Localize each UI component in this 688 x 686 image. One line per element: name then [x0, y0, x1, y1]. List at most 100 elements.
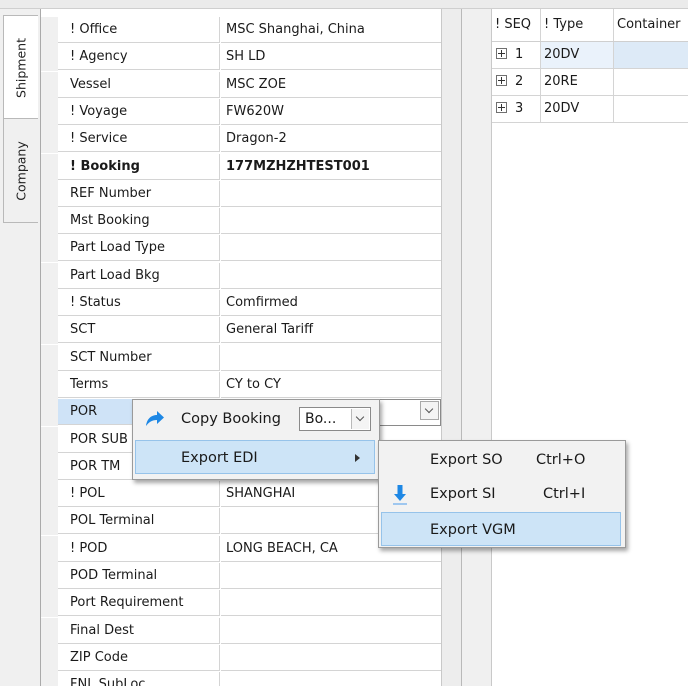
- tab-company[interactable]: Company: [3, 118, 38, 223]
- menu-item-export-si[interactable]: Export SI Ctrl+I: [381, 477, 621, 511]
- property-row[interactable]: SCT Number: [41, 344, 441, 372]
- property-name[interactable]: ! Office: [58, 17, 220, 43]
- property-row[interactable]: SCT General Tariff: [41, 317, 441, 345]
- property-name[interactable]: ! Booking: [58, 153, 220, 180]
- property-value[interactable]: 177MZHZHTEST001: [221, 153, 441, 180]
- property-name[interactable]: ! POL: [58, 481, 220, 508]
- property-value[interactable]: [221, 590, 441, 617]
- menu-item-export-vgm[interactable]: Export VGM: [381, 512, 621, 546]
- property-row[interactable]: ! Status Comfirmed: [41, 290, 441, 317]
- property-name[interactable]: Mst Booking: [58, 208, 220, 235]
- property-row[interactable]: Terms CY to CY: [41, 371, 441, 399]
- menu-item-export-edi[interactable]: Export EDI: [135, 440, 375, 474]
- expand-plus-icon[interactable]: [496, 75, 507, 86]
- expand-plus-icon[interactable]: [496, 102, 507, 113]
- property-name[interactable]: Part Load Type: [58, 235, 220, 262]
- property-row[interactable]: REF Number: [41, 180, 441, 208]
- copy-booking-combo-value: Bo...: [305, 411, 337, 427]
- combo-dropdown-button[interactable]: [351, 409, 369, 429]
- property-name[interactable]: FNL SubLoc: [58, 672, 220, 686]
- property-name[interactable]: Part Load Bkg: [58, 262, 220, 289]
- property-value[interactable]: [221, 344, 441, 371]
- property-value[interactable]: [221, 563, 441, 589]
- property-row[interactable]: ! Voyage FW620W: [41, 98, 441, 126]
- property-name[interactable]: SCT Number: [58, 344, 220, 371]
- property-value[interactable]: [221, 235, 441, 262]
- property-name[interactable]: ! Agency: [58, 44, 220, 71]
- property-name[interactable]: ! POD: [58, 535, 220, 562]
- type-cell[interactable]: 20DV: [541, 96, 614, 123]
- container-cell[interactable]: [614, 96, 688, 123]
- property-name[interactable]: POL Terminal: [58, 508, 220, 535]
- property-value[interactable]: SH LD: [221, 44, 441, 71]
- property-value[interactable]: [221, 262, 441, 289]
- property-value[interactable]: [221, 617, 441, 644]
- type-cell[interactable]: 20DV: [541, 42, 614, 69]
- row-gutter: [41, 180, 58, 208]
- property-name[interactable]: POD Terminal: [58, 563, 220, 589]
- property-name[interactable]: Terms: [58, 371, 220, 398]
- table-row[interactable]: 3 20DV: [492, 96, 688, 123]
- seq-cell[interactable]: 3: [492, 96, 541, 123]
- share-arrow-icon: [143, 402, 165, 436]
- property-value[interactable]: [221, 180, 441, 207]
- container-cell[interactable]: [614, 69, 688, 96]
- property-row[interactable]: ZIP Code: [41, 644, 441, 672]
- property-name[interactable]: Vessel: [58, 71, 220, 98]
- menu-item-copy-booking[interactable]: Copy Booking Bo...: [135, 402, 375, 436]
- seq-value: 2: [515, 74, 524, 89]
- property-row[interactable]: ! Booking 177MZHZHTEST001: [41, 153, 441, 181]
- seq-cell[interactable]: 2: [492, 69, 541, 96]
- property-name[interactable]: ! Voyage: [58, 98, 220, 125]
- table-row[interactable]: 1 20DV: [492, 42, 688, 69]
- row-gutter: [41, 290, 58, 317]
- seq-cell[interactable]: 1: [492, 42, 541, 69]
- splitter-strip[interactable]: [441, 9, 462, 686]
- property-row[interactable]: Part Load Bkg: [41, 262, 441, 290]
- property-value[interactable]: CY to CY: [221, 371, 441, 398]
- property-name[interactable]: ! Status: [58, 290, 220, 316]
- property-name[interactable]: REF Number: [58, 180, 220, 207]
- property-value[interactable]: [221, 208, 441, 235]
- expand-plus-icon[interactable]: [496, 48, 507, 59]
- property-value[interactable]: MSC ZOE: [221, 71, 441, 98]
- chevron-down-icon: [355, 412, 365, 422]
- row-gutter: [41, 126, 58, 154]
- copy-booking-combo[interactable]: Bo...: [299, 407, 371, 431]
- property-name[interactable]: ! Service: [58, 126, 220, 153]
- property-row[interactable]: Port Requirement: [41, 590, 441, 618]
- table-row[interactable]: 2 20RE: [492, 69, 688, 96]
- row-gutter: [41, 262, 58, 290]
- top-edge: [0, 0, 688, 9]
- type-cell[interactable]: 20RE: [541, 69, 614, 96]
- property-row[interactable]: POD Terminal: [41, 563, 441, 590]
- por-dropdown-button[interactable]: [420, 401, 439, 421]
- property-name[interactable]: Final Dest: [58, 617, 220, 644]
- property-row[interactable]: ! Agency SH LD: [41, 44, 441, 72]
- tab-shipment[interactable]: Shipment: [3, 15, 38, 120]
- row-gutter: [41, 426, 58, 454]
- property-row[interactable]: Final Dest: [41, 617, 441, 645]
- column-header-seq[interactable]: ! SEQ: [492, 9, 541, 41]
- property-value[interactable]: General Tariff: [221, 317, 441, 344]
- property-value[interactable]: [221, 644, 441, 671]
- property-row[interactable]: ! Service Dragon-2: [41, 126, 441, 154]
- property-row[interactable]: ! Office MSC Shanghai, China: [41, 17, 441, 44]
- property-row[interactable]: FNL SubLoc: [41, 672, 441, 686]
- property-value[interactable]: FW620W: [221, 98, 441, 125]
- row-gutter: [41, 235, 58, 263]
- property-row[interactable]: Vessel MSC ZOE: [41, 71, 441, 99]
- property-name[interactable]: ZIP Code: [58, 644, 220, 671]
- property-row[interactable]: Mst Booking: [41, 208, 441, 236]
- container-cell[interactable]: [614, 42, 688, 69]
- property-name[interactable]: SCT: [58, 317, 220, 344]
- property-value[interactable]: Comfirmed: [221, 290, 441, 316]
- menu-item-export-so[interactable]: Export SO Ctrl+O: [381, 443, 621, 477]
- property-name[interactable]: Port Requirement: [58, 590, 220, 617]
- property-value[interactable]: MSC Shanghai, China: [221, 17, 441, 43]
- property-value[interactable]: [221, 672, 441, 686]
- property-value[interactable]: Dragon-2: [221, 126, 441, 153]
- column-header-type[interactable]: ! Type: [541, 9, 614, 41]
- column-header-container[interactable]: Container: [614, 9, 688, 41]
- property-row[interactable]: Part Load Type: [41, 235, 441, 263]
